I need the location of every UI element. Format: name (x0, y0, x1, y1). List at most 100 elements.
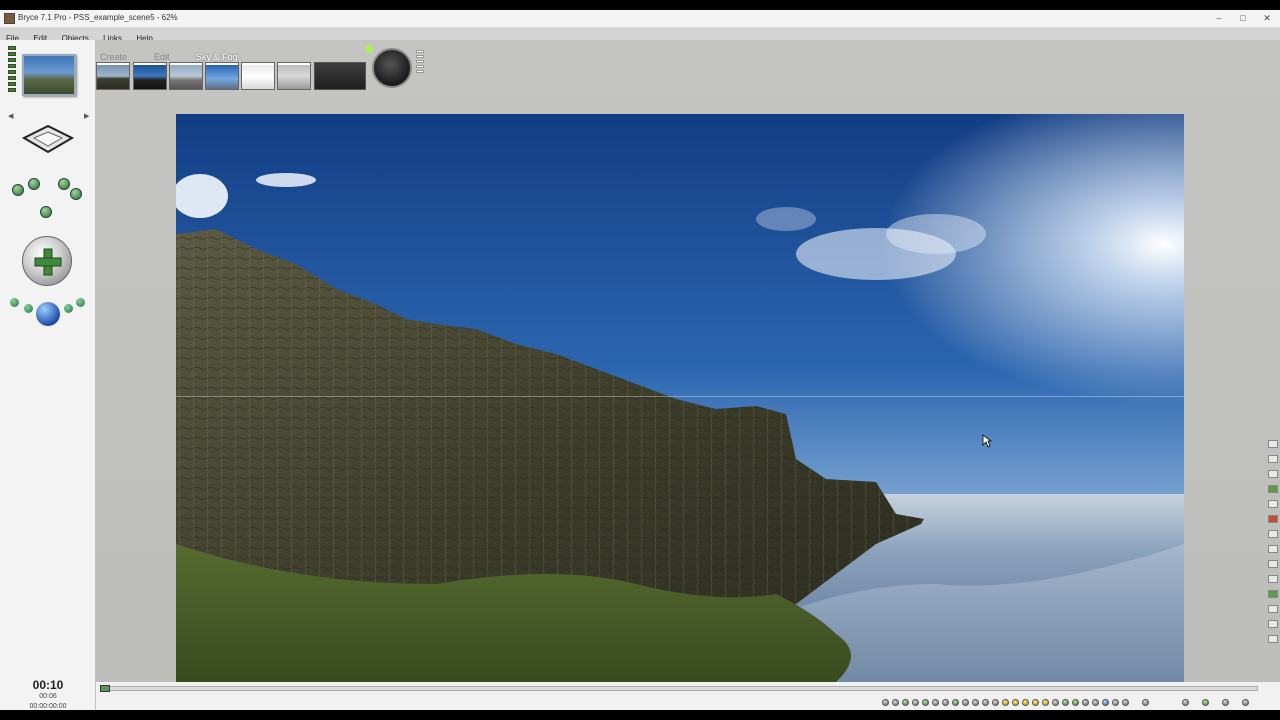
camera-xy-icon[interactable] (58, 178, 70, 190)
camera-z-icon[interactable] (70, 188, 82, 200)
dial-bar (416, 50, 424, 53)
memory-dot[interactable] (8, 88, 16, 92)
tab-edit[interactable]: Edit (154, 52, 170, 62)
playback-control[interactable] (1202, 699, 1209, 706)
playback-control[interactable] (922, 699, 929, 706)
tab-sky-fog[interactable]: Sky & Fog (196, 52, 238, 62)
camera-dot-icon[interactable] (24, 304, 33, 313)
playback-control[interactable] (902, 699, 909, 706)
display-button[interactable] (1268, 485, 1278, 493)
sky-preset-button[interactable] (133, 62, 167, 90)
playback-control[interactable] (1142, 699, 1149, 706)
window-title: Bryce 7.1 Pro - PSS_example_scene5 - 62% (18, 13, 178, 22)
sun-preview[interactable] (314, 62, 366, 90)
sky-preset-button[interactable] (277, 62, 311, 90)
playback-control[interactable] (1222, 699, 1229, 706)
playback-control[interactable] (1002, 699, 1009, 706)
memory-dot[interactable] (8, 46, 16, 50)
sky-preset-button[interactable] (169, 62, 203, 90)
animation-clock: 00:10 00:06 00:00:00:00 (0, 678, 96, 710)
playback-control[interactable] (1032, 699, 1039, 706)
sky-preset-button[interactable] (241, 62, 275, 90)
playback-control[interactable] (912, 699, 919, 706)
playback-control[interactable] (992, 699, 999, 706)
playback-control[interactable] (1042, 699, 1049, 706)
memory-dot[interactable] (8, 52, 16, 56)
tab-create[interactable]: Create (100, 52, 127, 62)
memory-dot[interactable] (8, 70, 16, 74)
nano-preview[interactable] (22, 54, 76, 96)
control-palette: ◀ ▶ 00:10 00:06 00:00:00:00 (0, 40, 96, 710)
playback-control[interactable] (1112, 699, 1119, 706)
display-button[interactable] (1268, 440, 1278, 448)
playback-control[interactable] (932, 699, 939, 706)
timeline-track[interactable] (100, 686, 1258, 691)
animation-timeline (96, 682, 1280, 710)
sky-preset-button[interactable] (205, 62, 239, 90)
camera-dot-icon[interactable] (10, 298, 19, 307)
display-button[interactable] (1268, 500, 1278, 508)
display-button[interactable] (1268, 515, 1278, 523)
display-palette (1266, 440, 1280, 680)
view-cube-icon[interactable] (22, 124, 74, 154)
title-bar[interactable]: Bryce 7.1 Pro - PSS_example_scene5 - 62%… (0, 10, 1280, 28)
playback-control[interactable] (962, 699, 969, 706)
display-button[interactable] (1268, 605, 1278, 613)
minimize-icon[interactable]: – (1210, 13, 1228, 25)
camera-dot-icon[interactable] (76, 298, 85, 307)
camera-dot-icon[interactable] (64, 304, 73, 313)
playback-control[interactable] (1122, 699, 1129, 706)
display-button[interactable] (1268, 545, 1278, 553)
playback-control[interactable] (942, 699, 949, 706)
camera-trackball[interactable] (22, 236, 72, 286)
memory-dot[interactable] (8, 76, 16, 80)
playback-control[interactable] (1072, 699, 1079, 706)
sky-preset-button[interactable] (96, 62, 130, 90)
playback-control[interactable] (952, 699, 959, 706)
camera-y-icon[interactable] (28, 178, 40, 190)
playback-control[interactable] (1082, 699, 1089, 706)
playback-control[interactable] (1092, 699, 1099, 706)
display-button[interactable] (1268, 575, 1278, 583)
arrow-left-icon[interactable]: ◀ (8, 112, 13, 120)
playback-control[interactable] (972, 699, 979, 706)
display-button[interactable] (1268, 530, 1278, 538)
display-button[interactable] (1268, 470, 1278, 478)
display-button[interactable] (1268, 590, 1278, 598)
playback-control[interactable] (892, 699, 899, 706)
display-button[interactable] (1268, 560, 1278, 568)
horizon-line (176, 396, 1184, 397)
playback-control[interactable] (1062, 699, 1069, 706)
camera-xz-icon[interactable] (12, 184, 24, 196)
playback-control[interactable] (1102, 699, 1109, 706)
memory-dot[interactable] (8, 64, 16, 68)
rendered-scene (176, 114, 1184, 682)
render-window[interactable] (176, 114, 1184, 682)
dial-level-bars[interactable] (416, 50, 424, 75)
dial-bar (416, 55, 424, 58)
menu-bar: File Edit Objects Links Help (0, 28, 1280, 43)
display-button[interactable] (1268, 455, 1278, 463)
playback-control[interactable] (1022, 699, 1029, 706)
memory-dot[interactable] (8, 58, 16, 62)
app-icon (4, 13, 15, 24)
camera-cross-icon[interactable] (40, 206, 52, 218)
playback-control[interactable] (1052, 699, 1059, 706)
screen-frame: Bryce 7.1 Pro - PSS_example_scene5 - 62%… (0, 0, 1280, 720)
timeline-scrubber[interactable] (100, 685, 110, 692)
render-sphere-icon[interactable] (36, 302, 60, 326)
playback-control[interactable] (1012, 699, 1019, 706)
dial-bar (416, 65, 424, 68)
playback-control[interactable] (982, 699, 989, 706)
close-icon[interactable]: ✕ (1258, 13, 1276, 25)
playback-control[interactable] (1182, 699, 1189, 706)
display-button[interactable] (1268, 620, 1278, 628)
display-button[interactable] (1268, 635, 1278, 643)
clock-frames: 00:00:00:00 (29, 703, 67, 710)
sun-control-dial[interactable] (372, 48, 412, 88)
maximize-icon[interactable]: □ (1234, 13, 1252, 25)
playback-control[interactable] (882, 699, 889, 706)
memory-dot[interactable] (8, 82, 16, 86)
playback-control[interactable] (1242, 699, 1249, 706)
arrow-right-icon[interactable]: ▶ (84, 112, 89, 120)
